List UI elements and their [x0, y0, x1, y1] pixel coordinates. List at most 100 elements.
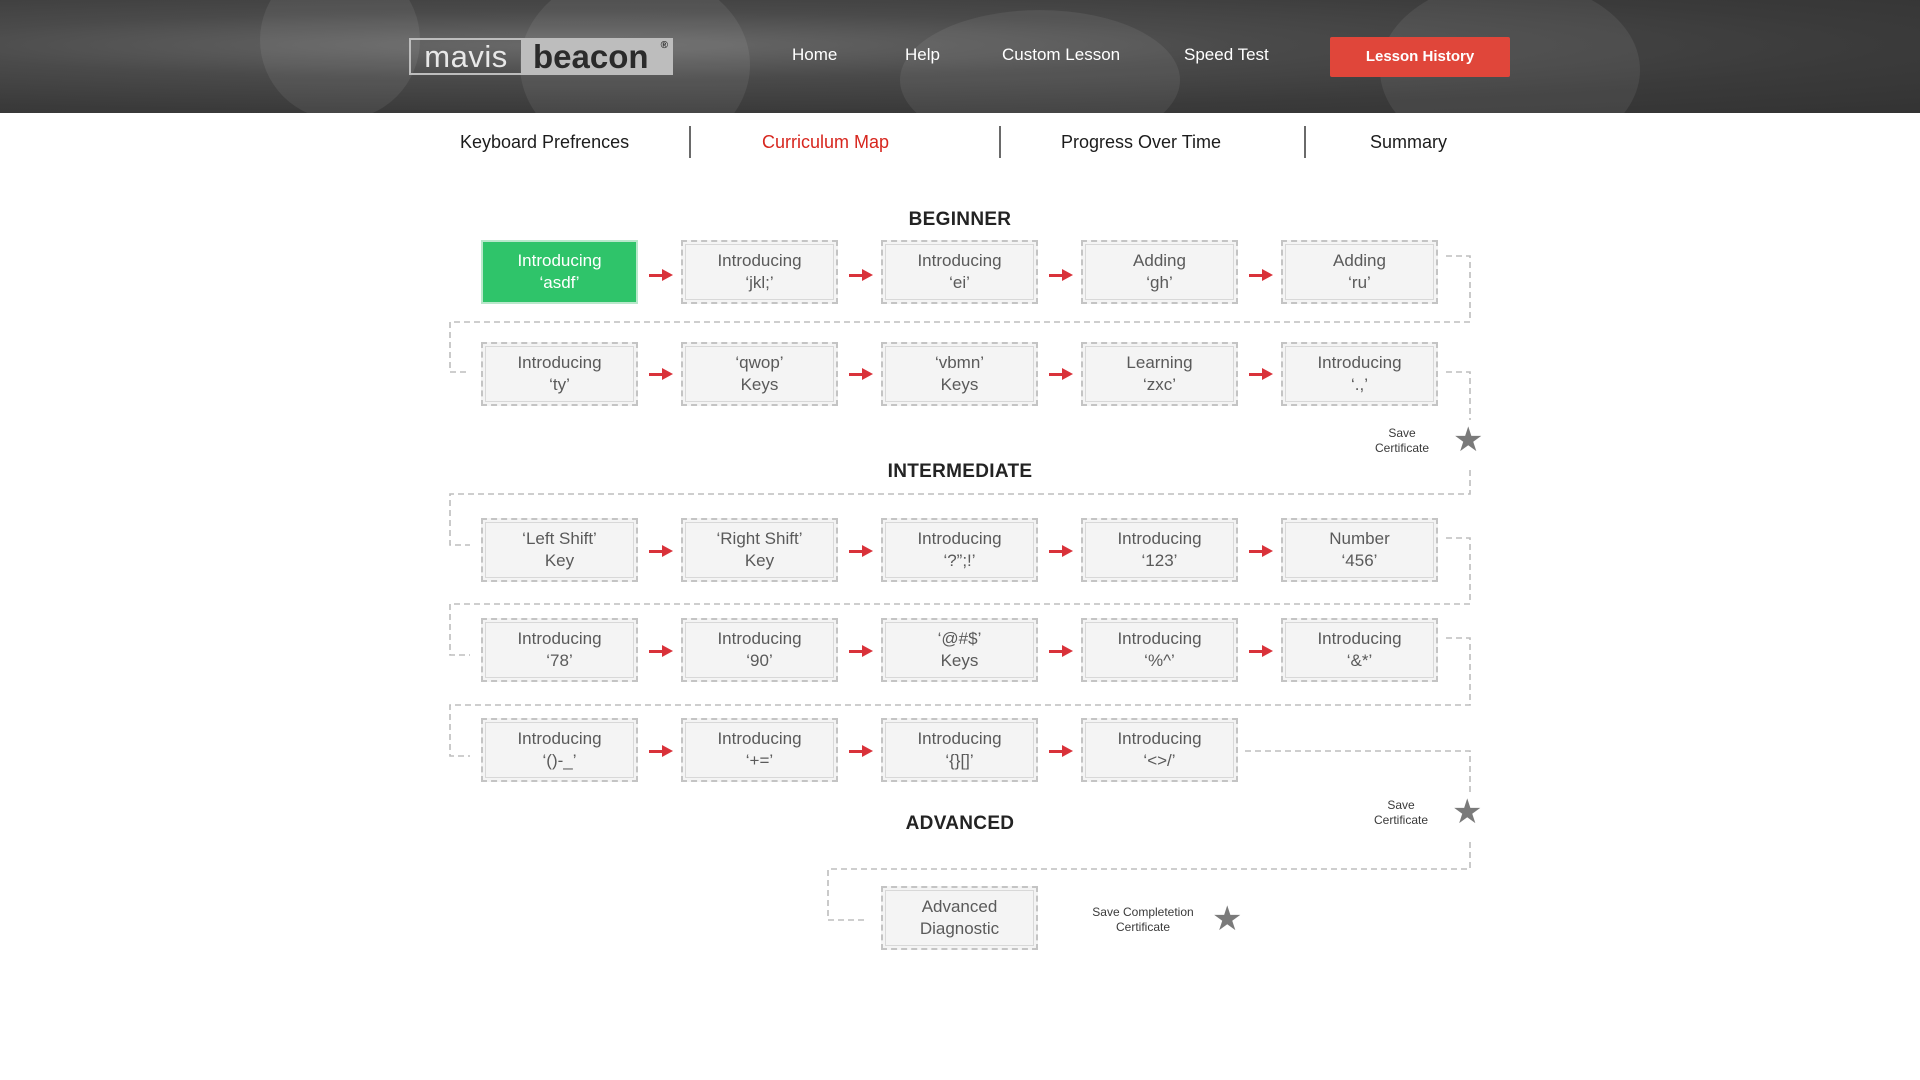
lesson-box[interactable]: Introducing ‘ty’: [481, 342, 638, 406]
lesson-line: Adding: [1133, 251, 1186, 270]
lesson-box[interactable]: ‘Right Shift’ Key: [681, 518, 838, 582]
cert-line: Certificate: [1373, 813, 1429, 827]
lesson-label: ‘@#$’ Keys: [938, 628, 982, 672]
star-icon[interactable]: ★: [1452, 795, 1482, 829]
lesson-box[interactable]: Introducing ‘jkl;’: [681, 240, 838, 304]
lesson-label: Number ‘456’: [1329, 528, 1389, 572]
lesson-label: Introducing ‘<>/’: [1117, 728, 1201, 772]
lesson-line: ‘&*’: [1346, 651, 1373, 670]
lesson-line: Introducing: [517, 729, 602, 748]
lesson-label: Introducing ‘+=’: [717, 728, 801, 772]
lesson-box[interactable]: Introducing ‘%^’: [1081, 618, 1238, 682]
arrow-right-icon: [649, 645, 673, 657]
lesson-line: Introducing: [1117, 529, 1202, 548]
lesson-line: Introducing: [917, 729, 1002, 748]
lesson-box[interactable]: ‘vbmn’ Keys: [881, 342, 1038, 406]
lesson-line: ‘%^’: [1144, 651, 1175, 670]
lesson-label: Introducing ‘%^’: [1117, 628, 1201, 672]
arrow-right-icon: [849, 368, 873, 380]
lesson-line: ‘ei’: [949, 273, 970, 292]
lesson-box[interactable]: Introducing ‘()-_’: [481, 718, 638, 782]
lesson-line: ‘gh’: [1146, 273, 1173, 292]
lesson-box[interactable]: ‘qwop’ Keys: [681, 342, 838, 406]
lesson-box[interactable]: Introducing ‘&*’: [1281, 618, 1438, 682]
lesson-label: Introducing ‘.,’: [1317, 352, 1401, 396]
lesson-box[interactable]: ‘@#$’ Keys: [881, 618, 1038, 682]
lesson-line: Introducing: [517, 251, 602, 270]
lesson-box[interactable]: Introducing ‘78’: [481, 618, 638, 682]
lesson-line: Key: [544, 551, 575, 570]
lesson-box[interactable]: Introducing ‘123’: [1081, 518, 1238, 582]
lesson-line: Introducing: [717, 729, 802, 748]
lesson-label: ‘Left Shift’ Key: [522, 528, 597, 572]
lesson-line: Introducing: [917, 529, 1002, 548]
lesson-box[interactable]: Learning ‘zxc’: [1081, 342, 1238, 406]
lesson-box[interactable]: ‘Left Shift’ Key: [481, 518, 638, 582]
save-certificate-label[interactable]: Save Certificate: [1362, 426, 1442, 456]
section-title-advanced: ADVANCED: [905, 813, 1015, 834]
lesson-box[interactable]: Introducing ‘asdf’: [481, 240, 638, 304]
lesson-label: ‘vbmn’ Keys: [935, 352, 984, 396]
lesson-line: Adding: [1333, 251, 1386, 270]
arrow-right-icon: [849, 545, 873, 557]
cert-line: Save: [1387, 798, 1415, 812]
lesson-box[interactable]: Introducing ‘ei’: [881, 240, 1038, 304]
lesson-line: Keys: [740, 375, 779, 394]
lesson-label: ‘Right Shift’ Key: [717, 528, 803, 572]
lesson-line: ‘90’: [746, 651, 773, 670]
lesson-line: Introducing: [1117, 729, 1202, 748]
lesson-line: ‘ty’: [549, 375, 570, 394]
lesson-line: ‘()-_’: [542, 751, 577, 770]
lesson-line: ‘+=’: [745, 751, 774, 770]
arrow-right-icon: [1249, 645, 1273, 657]
lesson-label: Introducing ‘90’: [717, 628, 801, 672]
lesson-label: Advanced Diagnostic: [920, 896, 999, 940]
lesson-line: Learning: [1126, 353, 1193, 372]
cert-line: Certificate: [1115, 920, 1171, 934]
arrow-right-icon: [849, 269, 873, 281]
lesson-line: ‘<>/’: [1143, 751, 1176, 770]
lesson-label: ‘qwop’ Keys: [735, 352, 783, 396]
connector-path: [1446, 371, 1471, 420]
arrow-right-icon: [1249, 368, 1273, 380]
lesson-line: Introducing: [1317, 629, 1402, 648]
cert-line: Save Completetion: [1092, 905, 1194, 919]
star-icon[interactable]: ★: [1453, 423, 1483, 457]
lesson-box[interactable]: Number ‘456’: [1281, 518, 1438, 582]
lesson-label: Learning ‘zxc’: [1126, 352, 1192, 396]
arrow-right-icon: [1049, 545, 1073, 557]
lesson-line: ‘?”;!’: [943, 551, 976, 570]
lesson-label: Adding ‘ru’: [1333, 250, 1386, 294]
lesson-box[interactable]: Adding ‘ru’: [1281, 240, 1438, 304]
lesson-box[interactable]: Introducing ‘<>/’: [1081, 718, 1238, 782]
arrow-right-icon: [849, 645, 873, 657]
lesson-line: Introducing: [717, 629, 802, 648]
lesson-label: Introducing ‘78’: [517, 628, 601, 672]
page: mavis beacon ® Home Help Custom Lesson Sp…: [0, 0, 1920, 1080]
lesson-line: ‘ru’: [1348, 273, 1371, 292]
lesson-line: ‘123’: [1141, 551, 1178, 570]
lesson-line: Introducing: [517, 353, 602, 372]
lesson-box[interactable]: Advanced Diagnostic: [881, 886, 1038, 950]
cert-line: Certificate: [1374, 441, 1430, 455]
lesson-box[interactable]: Introducing ‘.,’: [1281, 342, 1438, 406]
lesson-line: Advanced: [921, 897, 998, 916]
arrow-right-icon: [1049, 645, 1073, 657]
arrow-right-icon: [649, 368, 673, 380]
lesson-box[interactable]: Adding ‘gh’: [1081, 240, 1238, 304]
lesson-line: ‘asdf’: [539, 273, 580, 292]
lesson-line: Introducing: [1317, 353, 1402, 372]
lesson-line: Key: [744, 551, 775, 570]
lesson-box[interactable]: Introducing ‘+=’: [681, 718, 838, 782]
lesson-box[interactable]: Introducing ‘90’: [681, 618, 838, 682]
star-icon[interactable]: ★: [1212, 902, 1242, 936]
lesson-label: Introducing ‘?”;!’: [917, 528, 1001, 572]
lesson-label: Introducing ‘ty’: [517, 352, 601, 396]
save-certificate-label[interactable]: Save Certificate: [1361, 798, 1441, 828]
lesson-box[interactable]: Introducing ‘?”;!’: [881, 518, 1038, 582]
arrow-right-icon: [649, 745, 673, 757]
arrow-right-icon: [649, 269, 673, 281]
lesson-label: Introducing ‘jkl;’: [717, 250, 801, 294]
save-completion-certificate-label[interactable]: Save Completetion Certificate: [1078, 905, 1208, 935]
lesson-box[interactable]: Introducing ‘{}[]’: [881, 718, 1038, 782]
